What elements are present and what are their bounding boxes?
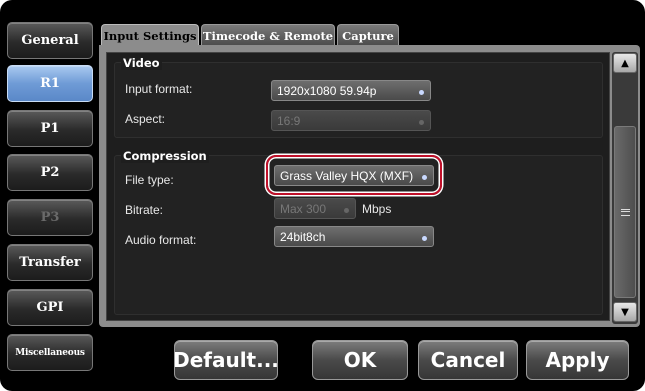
ok-button[interactable]: OK xyxy=(312,340,408,380)
bitrate-label: Bitrate: xyxy=(125,203,164,217)
file-type-label: File type: xyxy=(125,173,174,187)
bitrate-unit: Mbps xyxy=(362,202,392,216)
scrollbar-thumb[interactable] xyxy=(614,126,636,298)
aspect-select: 16:9 xyxy=(271,110,431,131)
tab-input-settings[interactable]: Input Settings xyxy=(101,24,199,46)
nav-p3-button[interactable]: P3 xyxy=(7,199,93,236)
grip-icon xyxy=(620,208,630,216)
compression-group-title: Compression xyxy=(121,149,209,163)
tab-capture[interactable]: Capture xyxy=(337,24,399,46)
audio-format-value: 24bit8ch xyxy=(280,229,326,244)
bitrate-select: Max 300 xyxy=(274,198,356,219)
apply-button[interactable]: Apply xyxy=(526,340,629,380)
nav-p1-button[interactable]: P1 xyxy=(7,110,93,147)
audio-format-label: Audio format: xyxy=(125,233,197,247)
dropdown-indicator-icon xyxy=(419,90,424,95)
settings-dialog: General R1 P1 P2 P3 Transfer GPI Miscell… xyxy=(0,0,645,391)
nav-transfer-button[interactable]: Transfer xyxy=(7,244,93,281)
nav-p2-button[interactable]: P2 xyxy=(7,154,93,191)
aspect-label: Aspect: xyxy=(125,112,166,126)
caret-up-icon: ▲ xyxy=(621,57,629,69)
tab-timecode-remote[interactable]: Timecode & Remote xyxy=(201,24,335,46)
caret-down-icon: ▼ xyxy=(621,306,629,318)
default-button[interactable]: Default... xyxy=(173,340,279,380)
audio-format-select[interactable]: 24bit8ch xyxy=(274,226,434,247)
scroll-down-button[interactable]: ▼ xyxy=(613,302,637,322)
nav-miscellaneous-button[interactable]: Miscellaneous xyxy=(7,334,93,371)
bitrate-value: Max 300 xyxy=(280,201,327,216)
nav-r1-button[interactable]: R1 xyxy=(7,65,93,102)
input-format-value: 1920x1080 59.94p xyxy=(277,83,377,98)
input-format-label: Input format: xyxy=(125,82,193,96)
scroll-up-button[interactable]: ▲ xyxy=(613,53,637,73)
cancel-button[interactable]: Cancel xyxy=(418,340,518,380)
dropdown-indicator-icon xyxy=(344,208,349,213)
nav-general-button[interactable]: General xyxy=(7,22,93,59)
highlight-annotation xyxy=(266,155,442,195)
nav-gpi-button[interactable]: GPI xyxy=(7,289,93,326)
dropdown-indicator-icon xyxy=(422,236,427,241)
aspect-value: 16:9 xyxy=(277,113,301,128)
video-group-title: Video xyxy=(121,56,162,70)
input-format-select[interactable]: 1920x1080 59.94p xyxy=(271,80,431,101)
dropdown-indicator-icon xyxy=(419,120,424,125)
